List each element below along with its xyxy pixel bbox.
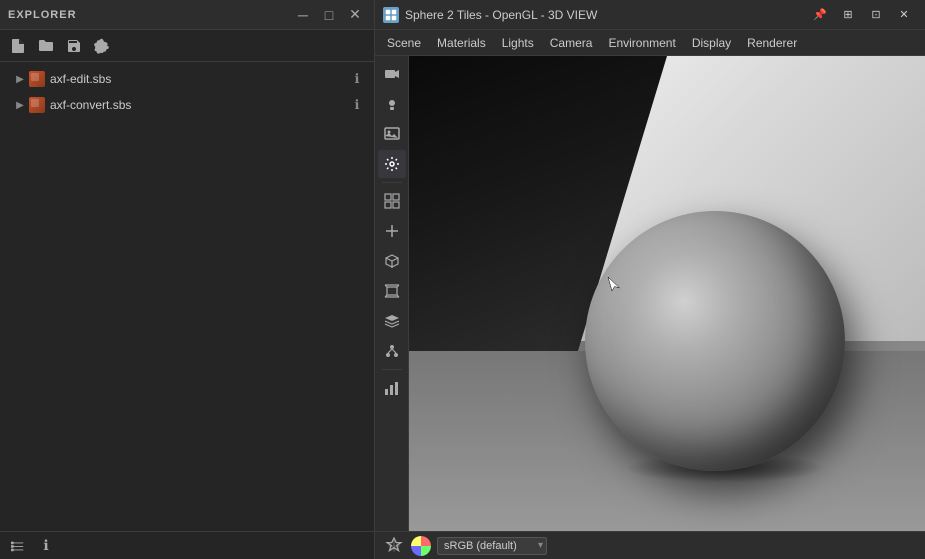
info-footer-button[interactable]: ℹ	[36, 536, 56, 556]
viewport-panel: Sphere 2 Tiles - OpenGL - 3D VIEW 📌 ⊞ ⊡ …	[375, 0, 925, 559]
color-profile-select-wrapper: sRGB (default) Linear ACEScg Filmic	[437, 537, 547, 555]
menu-camera[interactable]: Camera	[542, 34, 601, 52]
viewport-content	[375, 56, 925, 531]
viewport-title-controls: 📌 ⊞ ⊡ ✕	[807, 4, 917, 26]
color-profile-icon	[411, 536, 431, 556]
minimize-panel-button[interactable]: ─	[292, 4, 314, 26]
restore-panel-button[interactable]: □	[318, 4, 340, 26]
new-file-button[interactable]	[6, 34, 30, 58]
maximize-button[interactable]: ⊡	[863, 4, 889, 26]
sphere-3d	[585, 211, 845, 471]
light-tool-button[interactable]	[378, 90, 406, 118]
menu-scene[interactable]: Scene	[379, 34, 429, 52]
tree-item-axf-convert[interactable]: ▶ axf-convert.sbs ℹ	[0, 92, 374, 118]
info-icon-axf-convert[interactable]: ℹ	[348, 96, 366, 114]
tree-item-name-axf-edit: axf-edit.sbs	[50, 72, 348, 86]
tree-arrow-axf-edit: ▶	[12, 71, 28, 87]
color-profile-select[interactable]: sRGB (default) Linear ACEScg Filmic	[437, 537, 547, 555]
list-view-button[interactable]	[8, 536, 28, 556]
tree-item-name-axf-convert: axf-convert.sbs	[50, 98, 348, 112]
tree-arrow-axf-convert: ▶	[12, 97, 28, 113]
vertical-toolbar	[375, 56, 409, 531]
settings-tool-button[interactable]	[378, 150, 406, 178]
explorer-footer: ℹ	[0, 531, 374, 559]
explorer-tree: ▶ axf-edit.sbs ℹ ▶ axf-convert.sbs ℹ	[0, 62, 374, 531]
info-icon-axf-edit[interactable]: ℹ	[348, 70, 366, 88]
chart-tool-button[interactable]	[378, 374, 406, 402]
tile-button[interactable]: ⊞	[835, 4, 861, 26]
image-tool-button[interactable]	[378, 120, 406, 148]
explorer-toolbar	[0, 30, 374, 62]
render-area[interactable]	[409, 56, 925, 531]
menu-lights[interactable]: Lights	[494, 34, 542, 52]
viewport-titlebar: Sphere 2 Tiles - OpenGL - 3D VIEW 📌 ⊞ ⊡ …	[375, 0, 925, 30]
menu-environment[interactable]: Environment	[600, 34, 683, 52]
new-folder-button[interactable]	[34, 34, 58, 58]
grid-tool-button[interactable]	[378, 187, 406, 215]
transform-tool-button[interactable]	[378, 217, 406, 245]
toolbar-separator-1	[382, 182, 402, 183]
menu-materials[interactable]: Materials	[429, 34, 494, 52]
viewport-title-icon	[383, 7, 399, 23]
box-tool-button[interactable]	[378, 247, 406, 275]
close-panel-button[interactable]: ✕	[344, 4, 366, 26]
explorer-panel: EXPLORER ─ □ ✕	[0, 0, 375, 559]
viewport-footer: sRGB (default) Linear ACEScg Filmic	[375, 531, 925, 559]
substance-icon-axf-edit	[28, 70, 46, 88]
explorer-title: EXPLORER	[8, 9, 77, 21]
toolbar-separator-2	[382, 369, 402, 370]
close-viewport-button[interactable]: ✕	[891, 4, 917, 26]
save-button[interactable]	[62, 34, 86, 58]
viewport-nav-button[interactable]	[383, 535, 405, 557]
explorer-header: EXPLORER ─ □ ✕	[0, 0, 374, 30]
viewport-title-text: Sphere 2 Tiles - OpenGL - 3D VIEW	[405, 8, 807, 22]
layers-tool-button[interactable]	[378, 307, 406, 335]
pin-button[interactable]: 📌	[807, 4, 833, 26]
tree-item-axf-edit[interactable]: ▶ axf-edit.sbs ℹ	[0, 66, 374, 92]
menu-renderer[interactable]: Renderer	[739, 34, 805, 52]
explorer-settings-button[interactable]	[90, 34, 114, 58]
node-tool-button[interactable]	[378, 337, 406, 365]
substance-icon-axf-convert	[28, 96, 46, 114]
viewport-menubar: Scene Materials Lights Camera Environmen…	[375, 30, 925, 56]
explorer-header-icons: ─ □ ✕	[292, 4, 366, 26]
menu-display[interactable]: Display	[684, 34, 739, 52]
camera-tool-button[interactable]	[378, 60, 406, 88]
box2-tool-button[interactable]	[378, 277, 406, 305]
